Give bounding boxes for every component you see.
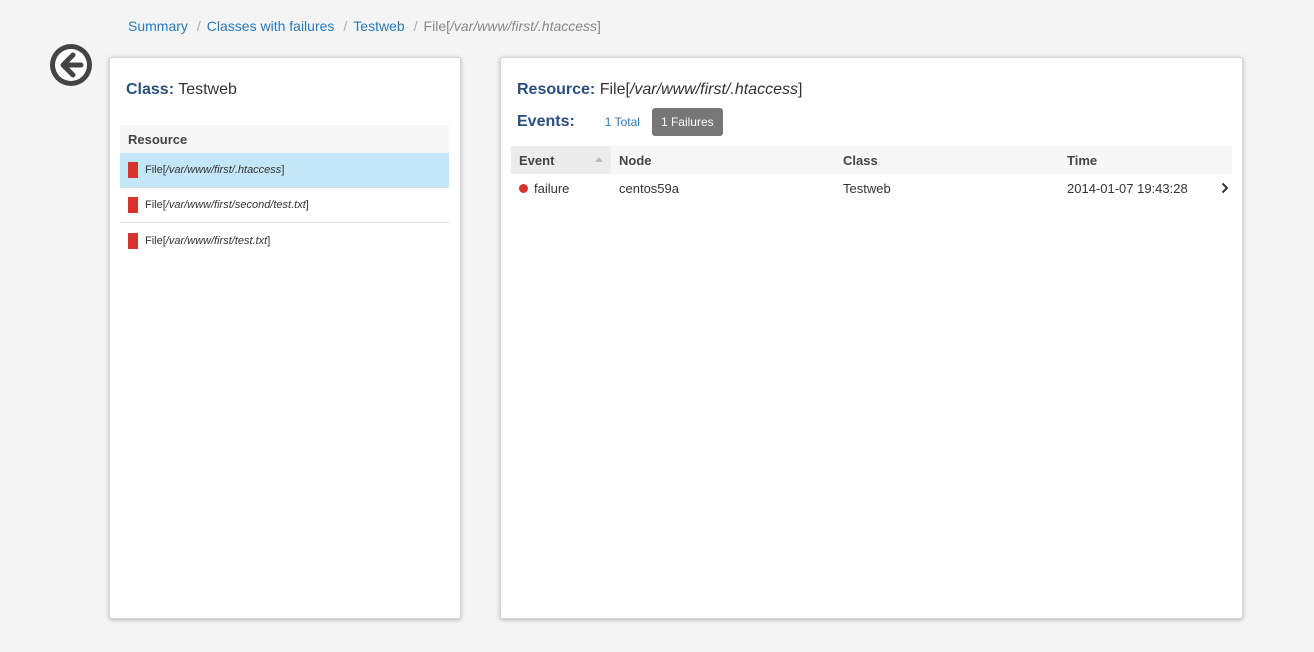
class-heading: Class: Testweb	[126, 81, 237, 99]
arrow-left-circle-icon	[50, 44, 92, 86]
resource-label: File[/var/www/first/second/test.txt]	[145, 199, 309, 211]
resource-panel: Resource: File[/var/www/first/.htaccess]…	[500, 57, 1243, 619]
column-header-label: Time	[1067, 153, 1098, 168]
breadcrumb-current-path: /var/www/first/.htaccess	[450, 18, 598, 34]
failure-dot-icon	[519, 183, 528, 193]
resource-suffix: ]	[267, 234, 271, 247]
sort-ascending-icon	[595, 157, 603, 162]
resource-list-item[interactable]: File[/var/www/first/.htaccess]	[120, 153, 449, 188]
resource-label: File[/var/www/first/test.txt]	[145, 235, 270, 247]
row-action-cell[interactable]	[1209, 182, 1232, 194]
resource-title-path: /var/www/first/.htaccess	[629, 81, 798, 98]
class-cell: Testweb	[843, 180, 891, 196]
resource-label: File[/var/www/first/.htaccess]	[145, 164, 284, 176]
resource-prefix: File[	[145, 234, 166, 247]
resource-list: File[/var/www/first/.htaccess] File[/var…	[120, 153, 449, 258]
class-value: Testweb	[178, 81, 237, 98]
table-header: Event Node Class Time	[511, 146, 1232, 174]
failure-status-marker	[128, 197, 138, 213]
chevron-right-icon	[1221, 182, 1229, 194]
column-header-spacer	[1209, 146, 1232, 174]
resource-label: Resource:	[517, 81, 596, 98]
resource-title: File[/var/www/first/.htaccess]	[600, 81, 803, 98]
breadcrumb-classes-with-failures[interactable]: Classes with failures	[207, 18, 335, 34]
resource-suffix: ]	[281, 164, 285, 176]
events-table: Event Node Class Time failure centos59a …	[511, 146, 1232, 202]
table-row[interactable]: failure centos59a Testweb 2014-01-07 19:…	[511, 174, 1232, 202]
failure-status-marker	[128, 162, 138, 178]
event-value: failure	[534, 180, 570, 196]
event-cell: failure	[511, 181, 611, 196]
breadcrumb-testweb[interactable]: Testweb	[353, 18, 404, 34]
breadcrumb-summary[interactable]: Summary	[128, 18, 188, 34]
resource-path: /var/www/first/.htaccess	[165, 164, 282, 176]
failures-filter-button[interactable]: 1 Failures	[651, 108, 723, 136]
breadcrumb-separator: /	[196, 18, 201, 34]
class-panel: Class: Testweb Resource File[/var/www/fi…	[109, 57, 461, 619]
resource-path: /var/www/first/test.txt	[165, 234, 268, 247]
resource-heading: Resource: File[/var/www/first/.htaccess]	[517, 81, 802, 99]
resource-suffix: ]	[305, 199, 309, 211]
breadcrumb-current-suffix: ]	[597, 18, 601, 34]
events-label: Events:	[517, 113, 575, 130]
column-header-event[interactable]: Event	[511, 146, 611, 174]
resource-list-item[interactable]: File[/var/www/first/second/test.txt]	[120, 188, 449, 223]
column-header-label: Class	[843, 153, 878, 168]
events-filter-bar: Events: 1 Total 1 Failures	[517, 108, 723, 136]
breadcrumb-current: File[/var/www/first/.htaccess]	[424, 18, 601, 34]
column-header-node[interactable]: Node	[611, 146, 835, 174]
failure-status-marker	[128, 232, 138, 249]
breadcrumb: Summary / Classes with failures / Testwe…	[128, 18, 601, 34]
node-cell: centos59a	[619, 180, 679, 196]
resource-title-prefix: File[	[599, 81, 630, 98]
column-header-label: Node	[619, 153, 652, 168]
column-header-time[interactable]: Time	[1059, 146, 1209, 174]
class-label: Class:	[126, 81, 175, 98]
total-filter-button[interactable]: 1 Total	[595, 108, 650, 136]
resource-prefix: File[	[145, 164, 166, 176]
column-header-class[interactable]: Class	[835, 146, 1059, 174]
resource-column-header: Resource	[120, 125, 449, 153]
resource-list-item[interactable]: File[/var/www/first/test.txt]	[120, 223, 449, 258]
time-cell: 2014-01-07 19:43:28	[1067, 180, 1188, 196]
breadcrumb-separator: /	[413, 18, 418, 34]
resource-title-suffix: ]	[797, 81, 803, 98]
resource-path: /var/www/first/second/test.txt	[165, 199, 306, 211]
back-button[interactable]	[50, 44, 92, 86]
resource-prefix: File[	[145, 199, 166, 211]
breadcrumb-current-prefix: File[	[423, 18, 450, 34]
breadcrumb-separator: /	[343, 18, 348, 34]
column-header-label: Event	[519, 153, 555, 168]
